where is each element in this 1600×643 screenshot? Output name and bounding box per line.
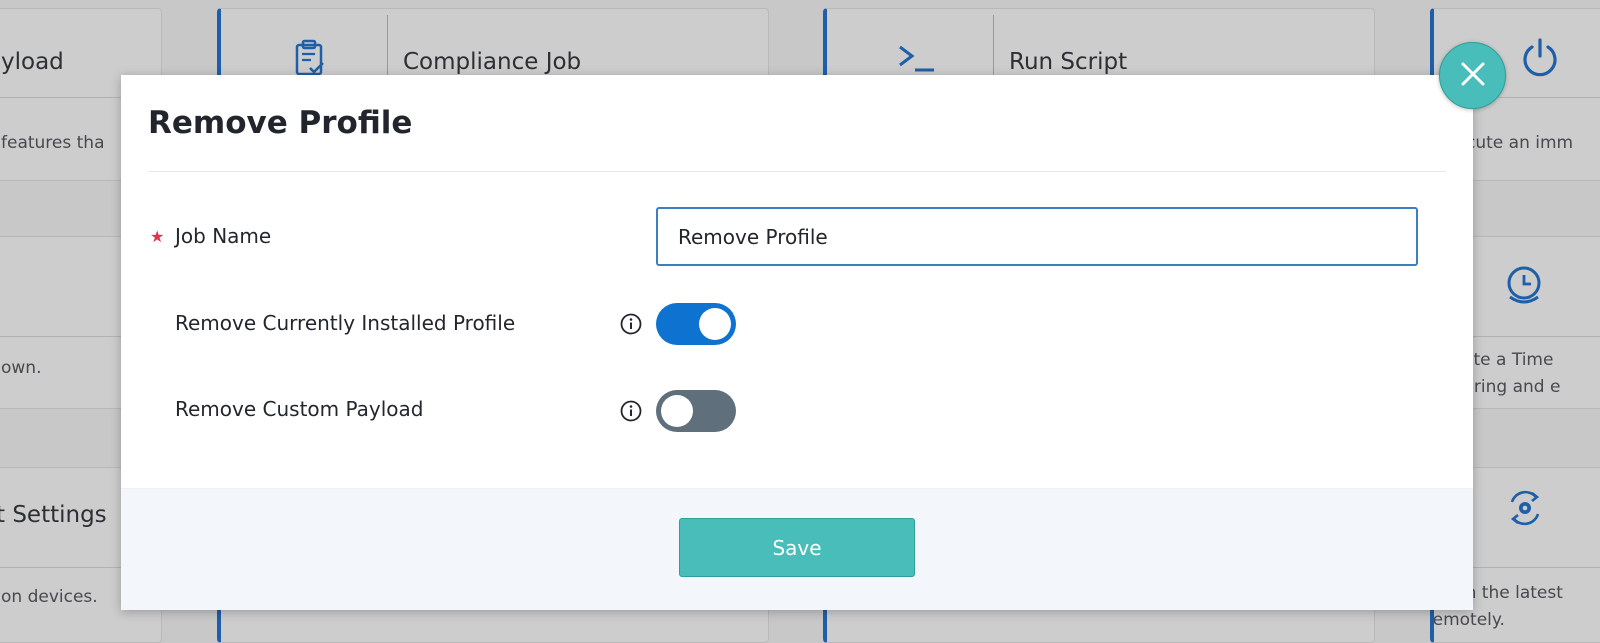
remove-profile-dialog: Remove Profile ★ Job Name Remove Current… [121,75,1473,610]
close-dialog-button[interactable] [1439,42,1506,109]
remove-custom-payload-label: Remove Custom Payload [175,397,424,421]
job-name-label: Job Name [175,224,272,248]
dialog-footer: Save [121,488,1473,610]
dialog-title: Remove Profile [148,105,413,141]
timer-icon [1504,265,1544,311]
info-icon[interactable] [620,313,642,339]
title-divider [148,171,1446,172]
remove-installed-profile-toggle[interactable] [656,303,736,345]
toggle-knob [661,395,693,427]
bg-card-desc: remotely. [1430,610,1505,630]
required-star-icon: ★ [150,227,165,246]
job-name-input[interactable] [656,207,1418,266]
bg-card-title: t Settings [0,502,107,528]
toggle-knob [699,308,731,340]
info-icon[interactable] [620,400,642,426]
terminal-prompt-icon [897,43,937,79]
bg-card-desc: on devices. [1,587,98,607]
power-icon [1520,37,1560,83]
close-icon [1460,61,1486,91]
remove-custom-payload-toggle[interactable] [656,390,736,432]
bg-card-title: Run Script [1009,49,1128,75]
remove-installed-profile-label: Remove Currently Installed Profile [175,311,516,335]
bg-card-title: Compliance Job [403,49,582,75]
bg-card-title: yload [1,49,64,75]
bg-card-desc: features tha [1,133,105,153]
bg-card-desc: own. [1,358,42,378]
save-button[interactable]: Save [679,518,915,577]
sync-gear-icon [1504,488,1546,532]
